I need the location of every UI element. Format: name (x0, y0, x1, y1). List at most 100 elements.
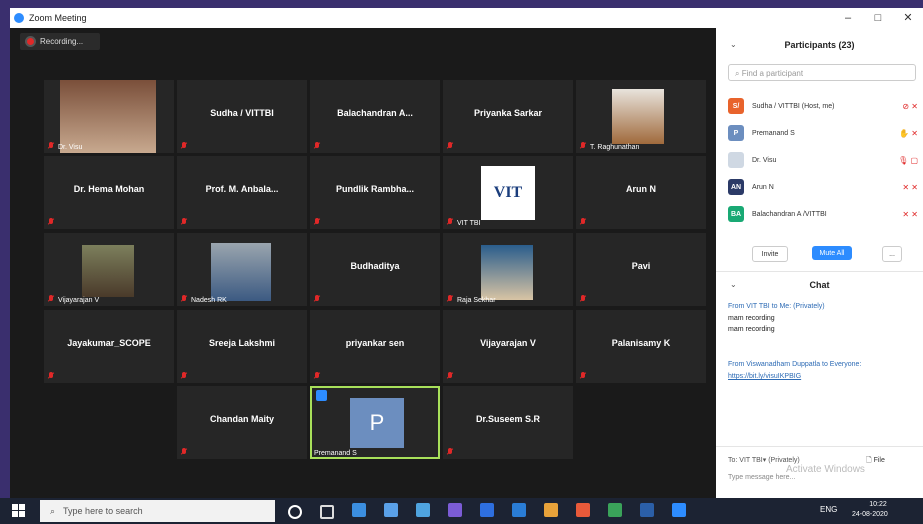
participant-row[interactable]: BA Balachandran A /VITTBI ✕ ✕ (728, 204, 918, 224)
file-button[interactable]: 🗋 File (866, 456, 885, 467)
record-icon (27, 38, 34, 45)
video-tile[interactable]: Dr.Suseem S.R (443, 386, 573, 459)
video-tile[interactable]: Vijayarajan V (443, 310, 573, 383)
taskbar-app-icon[interactable] (640, 503, 654, 517)
muted-mic-icon (181, 295, 187, 303)
clock-date[interactable]: 24-08-2020 (852, 511, 888, 518)
video-tile[interactable]: Budhaditya (310, 233, 440, 306)
windows-start-icon[interactable] (12, 504, 25, 517)
video-tile[interactable]: P Premanand S (310, 386, 440, 459)
title-bar: Zoom Meeting – □ ✕ (10, 8, 923, 28)
participant-row-name: Balachandran A /VITTBI (752, 210, 827, 218)
participant-status-icon[interactable]: ✕ ✕ (902, 210, 918, 219)
participant-name: Sreeja Lakshmi (208, 338, 276, 348)
mute-all-button[interactable]: Mute All (812, 246, 852, 260)
video-tile[interactable]: Balachandran A... (310, 80, 440, 153)
video-tile[interactable]: Raja Sekhar (443, 233, 573, 306)
chat-input[interactable]: Type message here... (728, 474, 795, 481)
taskbar-app-icon[interactable] (384, 503, 398, 517)
taskbar-app-icon[interactable] (352, 503, 366, 517)
muted-mic-icon (181, 448, 187, 456)
video-tile[interactable]: Chandan Maity (177, 386, 307, 459)
clock-time[interactable]: 10:22 (858, 501, 898, 508)
recording-indicator[interactable]: Recording... (20, 33, 100, 50)
raise-hand-icon (316, 390, 327, 401)
taskbar-app-icon[interactable] (512, 503, 526, 517)
taskbar-search-input[interactable]: ⌕ Type here to search (40, 500, 275, 522)
chat-recipient-select[interactable]: To: VIT TBI▾ (Privately) (728, 456, 800, 464)
participant-status-icon[interactable]: ✋ ✕ (899, 129, 918, 138)
taskbar-search-placeholder: Type here to search (63, 506, 143, 516)
video-tile[interactable]: T. Raghunathan (576, 80, 706, 153)
video-tile[interactable]: Vijayarajan V (44, 233, 174, 306)
participant-avatar: AN (728, 179, 744, 195)
video-tile[interactable]: priyankar sen (310, 310, 440, 383)
video-tile[interactable]: Priyanka Sarkar (443, 80, 573, 153)
taskbar-app-icon[interactable] (416, 503, 430, 517)
participant-label: Dr. Visu (58, 144, 83, 151)
video-tile[interactable]: Dr. Visu (44, 80, 174, 153)
video-tile[interactable]: Prof. M. Anbala... (177, 156, 307, 229)
zoom-app-icon (14, 13, 24, 23)
taskbar-app-icon[interactable] (320, 505, 334, 519)
video-tile[interactable]: Pavi (576, 233, 706, 306)
video-tile[interactable]: Dr. Hema Mohan (44, 156, 174, 229)
avatar: P (350, 398, 404, 448)
participant-status-icon[interactable]: ✕ ✕ (902, 183, 918, 192)
participant-name: Priyanka Sarkar (473, 108, 543, 118)
muted-mic-icon (314, 218, 320, 226)
participant-label: Premanand S (314, 450, 357, 457)
video-tile[interactable]: Pundlik Rambha... (310, 156, 440, 229)
more-button[interactable]: ... (882, 246, 902, 262)
taskbar-app-icon[interactable] (288, 505, 302, 519)
muted-mic-icon (181, 218, 187, 226)
participants-title: Participants (23) (784, 40, 855, 50)
taskbar-app-icon[interactable] (448, 503, 462, 517)
participant-row-name: Dr. Visu (752, 156, 777, 164)
participant-row[interactable]: S/Sudha / VITTBI (Host, me) ⊘ ✕ (728, 96, 918, 116)
participant-row[interactable]: Dr. Visu 🎙 ▢ (728, 150, 918, 170)
participant-search-input[interactable]: ⌕ Find a participant (728, 64, 916, 81)
minimize-button[interactable]: – (833, 8, 863, 28)
participant-avatar: BA (728, 206, 744, 222)
participant-name: Budhaditya (350, 261, 400, 271)
taskbar-app-icon[interactable] (576, 503, 590, 517)
participant-row[interactable]: P Premanand S ✋ ✕ (728, 123, 918, 143)
muted-mic-icon (48, 142, 54, 150)
participant-label: T. Raghunathan (590, 144, 640, 151)
participant-row[interactable]: AN Arun N ✕ ✕ (728, 177, 918, 197)
video-tile[interactable]: VIT VIT TBI (443, 156, 573, 229)
participant-status-icon[interactable]: 🎙 ▢ (898, 156, 918, 165)
taskbar-app-icon[interactable] (608, 503, 622, 517)
muted-mic-icon (447, 295, 453, 303)
video-tile[interactable]: Palanisamy K (576, 310, 706, 383)
activate-windows-watermark: Activate Windows (786, 464, 865, 475)
maximize-button[interactable]: □ (863, 8, 893, 28)
invite-button[interactable]: Invite (752, 246, 788, 262)
video-tile[interactable]: Sudha / VITTBI (177, 80, 307, 153)
participant-label: Raja Sekhar (457, 297, 496, 304)
search-icon: ⌕ (50, 505, 56, 516)
taskbar-app-icon[interactable] (480, 503, 494, 517)
participant-name: Chandan Maity (209, 414, 274, 424)
participant-status-icon[interactable]: ⊘ ✕ (902, 102, 918, 111)
video-tile[interactable]: Sreeja Lakshmi (177, 310, 307, 383)
muted-mic-icon (580, 372, 586, 380)
taskbar: ⌕ Type here to search ENG 10:22 24-08-20… (0, 498, 923, 524)
vit-logo: VIT (481, 166, 535, 220)
window-title: Zoom Meeting (29, 13, 87, 23)
video-tile[interactable]: Jayakumar_SCOPE (44, 310, 174, 383)
taskbar-app-icon[interactable] (672, 503, 686, 517)
participant-name: Sudha / VITTBI (210, 108, 274, 118)
participant-video (82, 245, 134, 297)
close-button[interactable]: ✕ (893, 8, 923, 28)
video-tile[interactable]: Nadesh RK (177, 233, 307, 306)
muted-mic-icon (314, 295, 320, 303)
video-tile[interactable]: Arun N (576, 156, 706, 229)
chat-link[interactable]: https://bit.ly/visuIKPBIG (728, 373, 801, 380)
participant-label: VIT TBI (457, 220, 481, 227)
participant-name: Dr. Hema Mohan (73, 184, 145, 194)
chat-message-header: From VIT TBI to Me: (Privately) (728, 303, 825, 310)
taskbar-app-icon[interactable] (544, 503, 558, 517)
language-indicator[interactable]: ENG (820, 505, 837, 514)
